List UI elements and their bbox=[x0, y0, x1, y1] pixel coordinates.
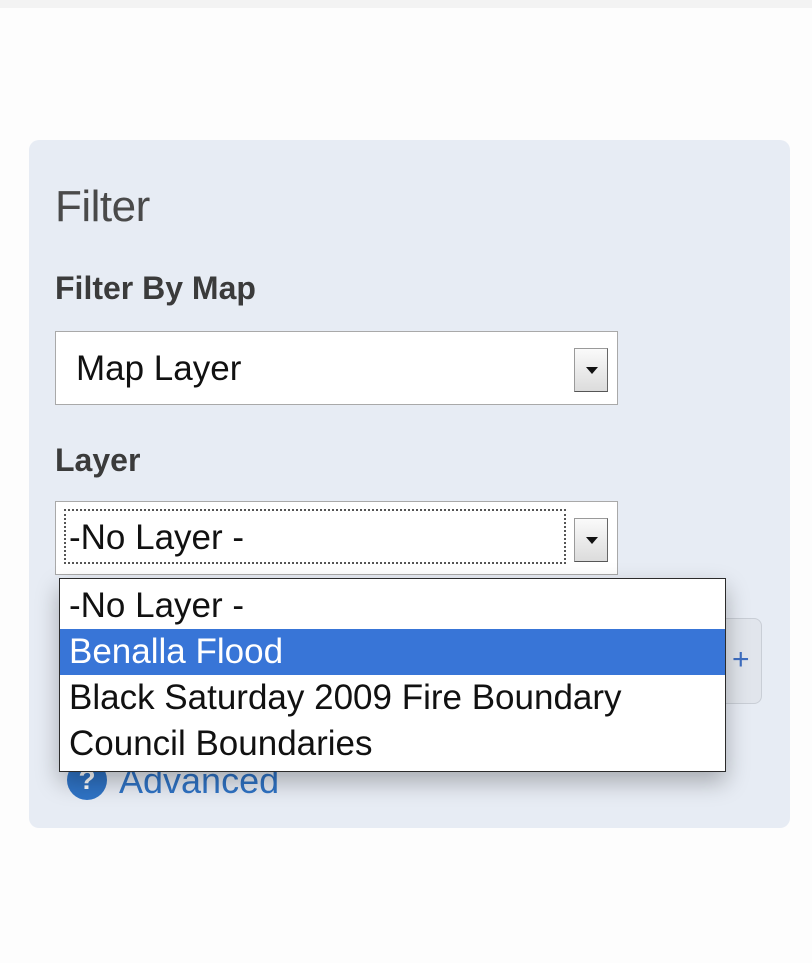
layer-label: Layer bbox=[55, 442, 141, 478]
chevron-down-icon[interactable] bbox=[574, 348, 608, 392]
layer-select[interactable]: -No Layer - bbox=[55, 501, 618, 575]
dropdown-option-selected[interactable]: Benalla Flood bbox=[60, 629, 725, 675]
plus-icon: + bbox=[732, 643, 750, 676]
filter-by-map-select[interactable]: Map Layer bbox=[55, 331, 618, 405]
layer-select-value: -No Layer - bbox=[69, 518, 245, 557]
chevron-down-icon[interactable] bbox=[574, 518, 608, 562]
page: Filter Filter By Map Map Layer Layer -No… bbox=[0, 0, 812, 963]
dropdown-option[interactable]: Black Saturday 2009 Fire Boundary bbox=[60, 675, 725, 721]
layer-dropdown-list: -No Layer - Benalla Flood Black Saturday… bbox=[59, 578, 726, 772]
filter-by-map-label: Filter By Map bbox=[55, 270, 256, 306]
dropdown-option[interactable]: -No Layer - bbox=[60, 583, 725, 629]
dropdown-option[interactable]: Council Boundaries bbox=[60, 721, 725, 767]
filter-by-map-value: Map Layer bbox=[76, 349, 242, 388]
top-strip bbox=[0, 0, 812, 8]
panel-title: Filter bbox=[55, 182, 150, 231]
